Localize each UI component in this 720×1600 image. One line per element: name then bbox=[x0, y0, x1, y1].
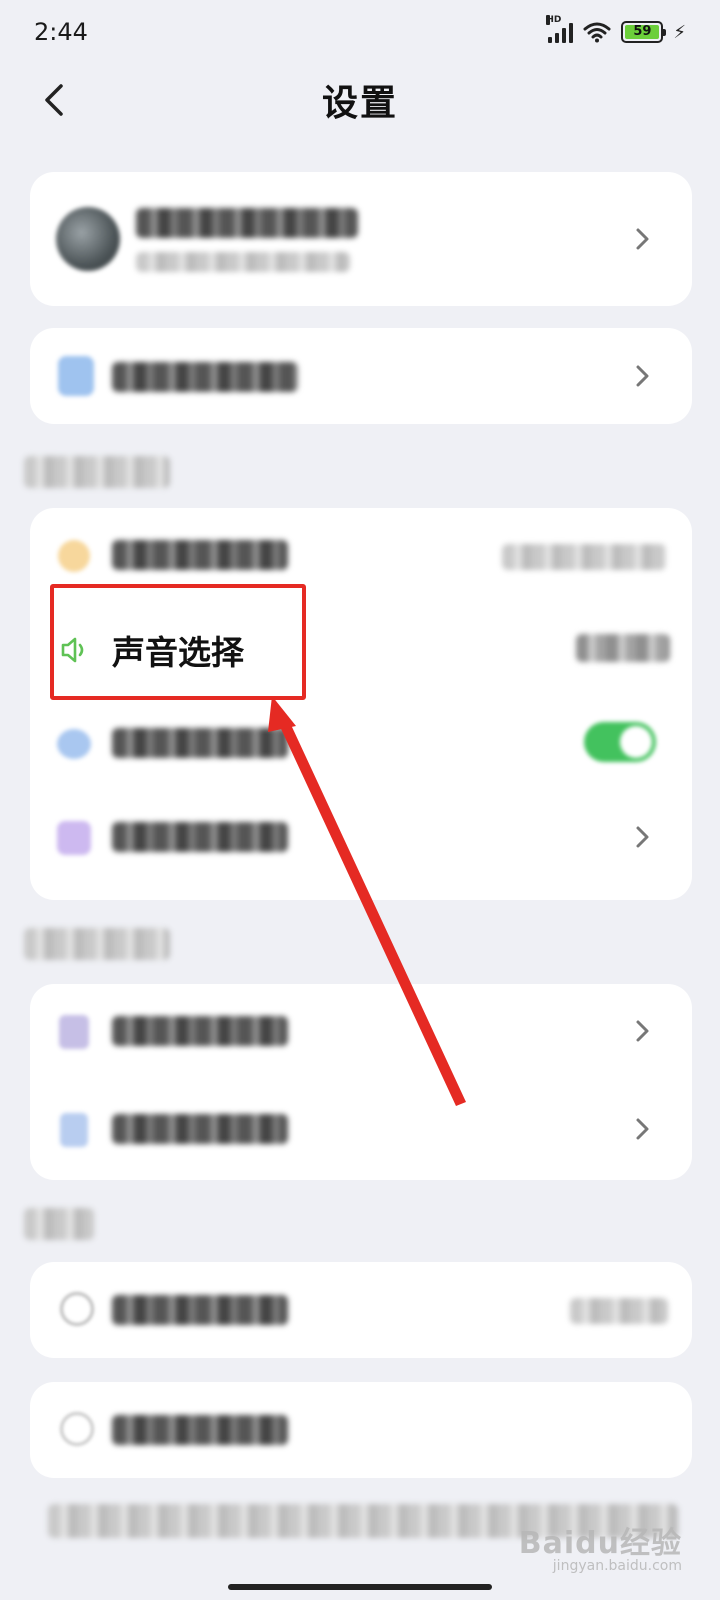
section-header-blurred bbox=[24, 1208, 94, 1240]
settings-icon bbox=[56, 726, 92, 762]
watermark-brand: Baidu经验 bbox=[518, 1526, 682, 1561]
row-label-blurred bbox=[112, 1114, 288, 1144]
info-icon bbox=[60, 1292, 94, 1326]
settings-row-notify[interactable] bbox=[30, 790, 692, 884]
battery-icon: 59 bbox=[621, 21, 667, 43]
header: 设置 bbox=[0, 64, 720, 136]
agreements-card bbox=[30, 984, 692, 1180]
bolt-icon: ⚡ bbox=[673, 21, 686, 43]
chevron-right-icon bbox=[636, 365, 649, 387]
chevron-right-icon bbox=[636, 228, 649, 250]
row-label-blurred bbox=[112, 822, 288, 852]
profile-phone-blurred bbox=[136, 252, 350, 272]
row-value-blurred bbox=[502, 544, 666, 570]
wifi-icon bbox=[583, 22, 611, 43]
sun-icon bbox=[56, 538, 92, 574]
page-title: 设置 bbox=[321, 83, 398, 124]
avatar bbox=[56, 207, 120, 271]
toggle-switch[interactable] bbox=[584, 722, 656, 762]
row-label-blurred bbox=[112, 540, 288, 570]
document-icon bbox=[56, 1014, 92, 1050]
version-value-blurred bbox=[570, 1298, 668, 1324]
profile-card[interactable] bbox=[30, 172, 692, 306]
row-label-blurred bbox=[112, 1016, 288, 1046]
version-card[interactable] bbox=[30, 1262, 692, 1358]
file-icon bbox=[56, 1112, 92, 1148]
section-header-blurred bbox=[24, 456, 170, 488]
section-header-blurred bbox=[24, 928, 170, 960]
row-label-blurred bbox=[112, 728, 288, 758]
shield-icon bbox=[58, 356, 94, 396]
status-bar: 2:44 HD 59 ⚡ bbox=[0, 0, 720, 64]
settings-row-toggle[interactable] bbox=[30, 696, 692, 790]
sound-value-blurred bbox=[576, 634, 670, 662]
highlight-box bbox=[50, 584, 306, 700]
logout-icon bbox=[60, 1412, 94, 1446]
account-label-blurred bbox=[112, 362, 298, 392]
chevron-right-icon bbox=[636, 826, 649, 848]
row-label-blurred bbox=[112, 1415, 288, 1445]
preferences-card: 声音选择 bbox=[30, 508, 692, 900]
watermark: Baidu经验 jingyan.baidu.com bbox=[519, 1518, 682, 1574]
status-icons: HD 59 ⚡ bbox=[546, 15, 686, 43]
signal-icon: HD bbox=[546, 15, 574, 43]
chevron-right-icon bbox=[636, 1118, 649, 1140]
battery-level: 59 bbox=[625, 25, 660, 39]
settings-row-user-agreement[interactable] bbox=[30, 984, 692, 1078]
status-time: 2:44 bbox=[34, 18, 88, 46]
settings-row-privacy[interactable] bbox=[30, 1082, 692, 1176]
chevron-right-icon bbox=[636, 1020, 649, 1042]
profile-name-blurred bbox=[136, 208, 358, 238]
home-indicator[interactable] bbox=[228, 1584, 492, 1590]
bell-icon bbox=[56, 820, 92, 856]
network-type-label: HD bbox=[546, 15, 562, 25]
row-label-blurred bbox=[112, 1295, 288, 1325]
logout-card[interactable] bbox=[30, 1382, 692, 1478]
account-card[interactable] bbox=[30, 328, 692, 424]
